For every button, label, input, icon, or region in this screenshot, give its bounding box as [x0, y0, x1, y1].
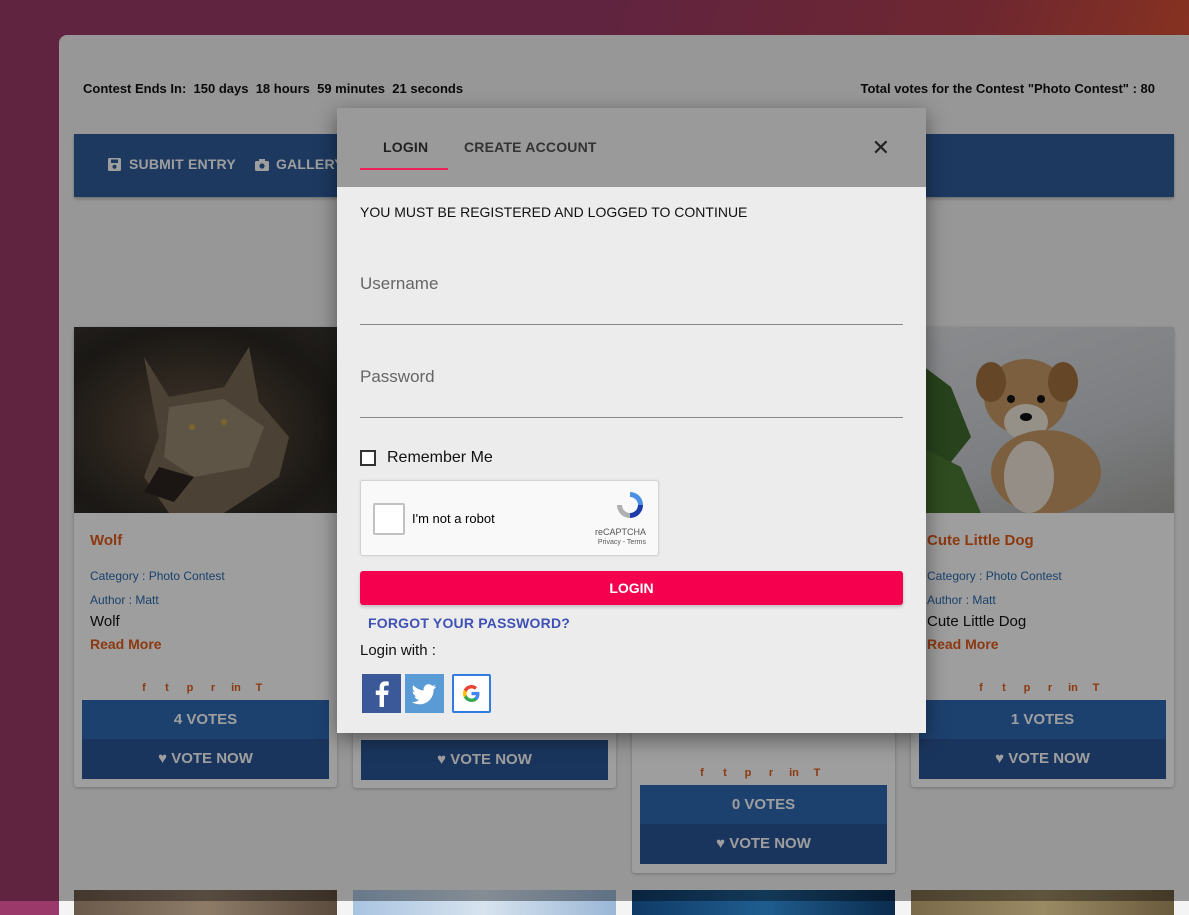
recaptcha-brand: reCAPTCHA	[594, 527, 646, 537]
active-tab-indicator	[360, 168, 448, 170]
login-button[interactable]: LOGIN	[360, 571, 903, 605]
recaptcha-checkbox[interactable]	[373, 503, 405, 535]
recaptcha-icon	[614, 489, 646, 521]
remember-me-checkbox[interactable]	[360, 450, 376, 466]
forgot-password-link[interactable]: FORGOT YOUR PASSWORD?	[368, 615, 570, 631]
recaptcha-widget: I'm not a robot reCAPTCHA Privacy - Term…	[360, 480, 659, 556]
password-field[interactable]: Password	[360, 367, 435, 387]
tab-create-account[interactable]: CREATE ACCOUNT	[464, 139, 597, 155]
recaptcha-terms-link[interactable]: Privacy - Terms	[598, 539, 646, 546]
facebook-login-button[interactable]	[362, 674, 401, 713]
login-required-message: YOU MUST BE REGISTERED AND LOGGED TO CON…	[360, 204, 748, 220]
login-with-label: Login with :	[360, 642, 436, 659]
tab-login[interactable]: LOGIN	[383, 139, 428, 155]
recaptcha-label: I'm not a robot	[412, 511, 495, 526]
google-login-button[interactable]	[452, 674, 491, 713]
remember-me-label: Remember Me	[387, 449, 493, 466]
username-underline	[360, 324, 903, 325]
remember-me[interactable]: Remember Me	[360, 449, 493, 467]
modal-header: LOGIN CREATE ACCOUNT ✕	[337, 108, 926, 187]
login-modal: LOGIN CREATE ACCOUNT ✕ YOU MUST BE REGIS…	[337, 108, 926, 733]
facebook-icon	[375, 681, 389, 707]
twitter-login-button[interactable]	[405, 674, 444, 713]
twitter-icon	[411, 684, 436, 705]
close-icon[interactable]: ✕	[872, 135, 890, 161]
password-underline	[360, 417, 903, 418]
username-field[interactable]: Username	[360, 274, 438, 294]
google-icon	[463, 685, 480, 702]
